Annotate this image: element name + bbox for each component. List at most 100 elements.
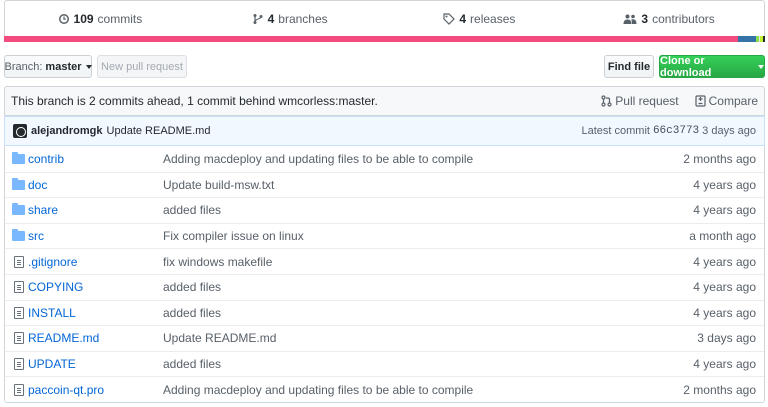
commit-message[interactable]: Update README.md	[107, 125, 582, 137]
file-name-link[interactable]: COPYING	[28, 280, 163, 294]
clone-download-button[interactable]: Clone or download	[659, 54, 765, 79]
contributors-label: contributors	[652, 12, 715, 26]
branch-status-bar: This branch is 2 commits ahead, 1 commit…	[4, 86, 765, 116]
table-row: COPYING added files 4 years ago	[5, 273, 764, 300]
file-age: 2 months ago	[683, 382, 756, 397]
commits-icon	[58, 14, 69, 24]
table-row: UPDATE added files 4 years ago	[5, 350, 764, 377]
file-commit-message[interactable]: Fix compiler issue on linux	[163, 229, 654, 243]
file-type-icon-cell	[5, 281, 28, 294]
file-name-link[interactable]: .gitignore	[28, 255, 163, 269]
file-commit-message[interactable]: Adding macdeploy and updating files to b…	[163, 152, 654, 166]
branches-link[interactable]: 4 branches	[195, 1, 385, 37]
file-type-icon-cell	[5, 255, 28, 268]
file-name-link[interactable]: UPDATE	[28, 357, 163, 371]
compare-link[interactable]: Compare	[695, 94, 758, 108]
commit-age: 3 days ago	[702, 125, 756, 137]
file-age: 4 years ago	[693, 254, 756, 269]
chevron-down-icon	[85, 64, 92, 69]
file-name-link[interactable]: share	[28, 203, 163, 217]
pull-request-link[interactable]: Pull request	[601, 94, 679, 108]
file-name-link[interactable]: contrib	[28, 152, 163, 166]
folder-icon	[12, 229, 25, 242]
commits-link[interactable]: 109 commits	[5, 1, 195, 37]
latest-commit-prefix: Latest commit	[581, 125, 650, 137]
commit-author[interactable]: alejandromgk	[31, 125, 103, 137]
contributors-link[interactable]: 3 contributors	[574, 1, 764, 37]
file-commit-message[interactable]: Update README.md	[163, 331, 654, 345]
contributors-count: 3	[641, 12, 649, 26]
file-age: 4 years ago	[693, 357, 756, 372]
table-row: paccoin-qt.pro Adding macdeploy and updat…	[5, 376, 764, 402]
file-commit-message[interactable]: Adding macdeploy and updating files to b…	[163, 383, 654, 397]
file-age: 2 months ago	[683, 151, 756, 166]
pull-request-icon	[601, 95, 612, 107]
commit-sha[interactable]: 66c3773	[653, 125, 699, 137]
folder-icon	[12, 177, 25, 190]
file-type-icon-cell	[5, 177, 28, 190]
avatar[interactable]	[13, 124, 27, 138]
file-icon	[13, 306, 24, 319]
tag-icon	[443, 13, 456, 25]
file-icon	[13, 383, 24, 396]
file-type-icon-cell	[5, 383, 28, 396]
folder-icon	[12, 151, 25, 164]
file-type-icon-cell	[5, 358, 28, 371]
file-age: 4 years ago	[693, 177, 756, 192]
compare-icon	[695, 95, 706, 107]
new-pull-request-button[interactable]: New pull request	[97, 55, 187, 78]
file-commit-message[interactable]: added files	[163, 306, 654, 320]
file-type-icon-cell	[5, 332, 28, 345]
file-icon	[13, 332, 24, 345]
file-type-icon-cell	[5, 229, 28, 242]
branches-count: 4	[267, 12, 275, 26]
folder-icon	[12, 203, 25, 216]
file-name-link[interactable]: README.md	[28, 331, 163, 345]
language-segment[interactable]	[737, 36, 756, 42]
table-row: src Fix compiler issue on linux a month ag…	[5, 222, 764, 249]
file-name-link[interactable]: doc	[28, 178, 163, 192]
branch-select-button[interactable]: Branch: master	[4, 55, 92, 78]
pull-request-label: Pull request	[615, 94, 679, 108]
file-icon	[13, 358, 24, 371]
file-commit-message[interactable]: added files	[163, 280, 654, 294]
branch-icon	[253, 14, 263, 24]
clone-download-label: Clone or download	[660, 54, 712, 79]
branch-value: master	[45, 60, 82, 73]
table-row: README.md Update README.md 3 days ago	[5, 325, 764, 351]
compare-label: Compare	[708, 94, 758, 108]
language-segment[interactable]	[762, 36, 765, 42]
file-commit-message[interactable]: added files	[163, 357, 654, 371]
releases-link[interactable]: 4 releases	[385, 1, 575, 37]
table-row: share added files 4 years ago	[5, 197, 764, 223]
file-icon	[13, 281, 24, 294]
file-age: 4 years ago	[693, 280, 756, 295]
branch-label: Branch:	[4, 60, 43, 73]
latest-commit-bar: alejandromgk Update README.md Latest com…	[4, 116, 765, 146]
table-row: INSTALL added files 4 years ago	[5, 299, 764, 326]
branch-status-message: This branch is 2 commits ahead, 1 commit…	[11, 94, 378, 108]
chevron-down-icon	[758, 64, 764, 69]
table-row: .gitignore fix windows makefile 4 years ag…	[5, 248, 764, 274]
releases-label: releases	[470, 12, 516, 26]
file-list: contrib Adding macdeploy and updating fil…	[4, 146, 765, 403]
file-commit-message[interactable]: added files	[163, 203, 654, 217]
file-age: 3 days ago	[697, 331, 756, 346]
find-file-button[interactable]: Find file	[604, 55, 654, 78]
language-segment[interactable]	[4, 36, 738, 42]
file-name-link[interactable]: INSTALL	[28, 306, 163, 320]
file-name-link[interactable]: src	[28, 229, 163, 243]
file-commit-message[interactable]: Update build-msw.txt	[163, 178, 654, 192]
file-type-icon-cell	[5, 203, 28, 216]
file-type-icon-cell	[5, 306, 28, 319]
releases-count: 4	[459, 12, 467, 26]
branches-label: branches	[278, 12, 328, 26]
file-commit-message[interactable]: fix windows makefile	[163, 255, 654, 269]
commits-count: 109	[73, 12, 94, 26]
file-name-link[interactable]: paccoin-qt.pro	[28, 383, 163, 397]
file-age: 4 years ago	[693, 305, 756, 320]
table-row: doc Update build-msw.txt 4 years ago	[5, 171, 764, 198]
people-icon	[623, 14, 637, 24]
language-bar[interactable]	[4, 36, 765, 42]
file-age: a month ago	[689, 229, 756, 244]
